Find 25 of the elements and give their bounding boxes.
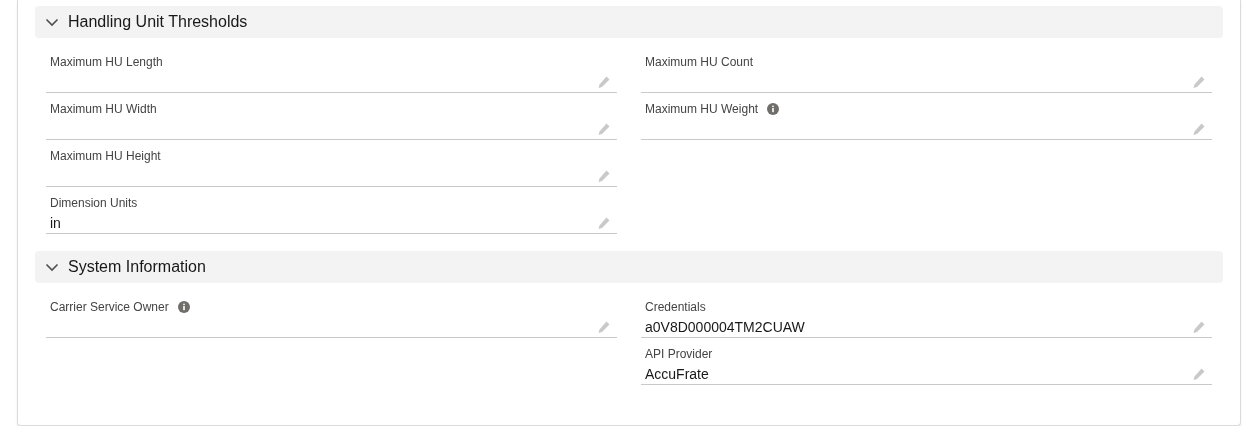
- field-label: API Provider: [645, 347, 713, 361]
- pencil-icon[interactable]: [1192, 319, 1206, 334]
- field-label: Maximum HU Weight: [645, 102, 759, 116]
- pencil-icon[interactable]: [597, 215, 611, 230]
- pencil-icon[interactable]: [1192, 121, 1206, 136]
- field-label: Maximum HU Width: [50, 102, 157, 116]
- field-value: a0V8D000004TM2CUAW: [645, 318, 805, 335]
- field-label: Maximum HU Length: [50, 55, 163, 69]
- section-header[interactable]: System Information: [35, 251, 1223, 283]
- field-value: in: [50, 214, 61, 231]
- field-value: AccuFrate: [645, 365, 709, 382]
- pencil-icon[interactable]: [597, 168, 611, 183]
- info-icon[interactable]: [177, 301, 190, 313]
- pencil-icon[interactable]: [597, 121, 611, 136]
- info-icon[interactable]: [767, 103, 780, 115]
- field-label: Credentials: [645, 300, 706, 314]
- section-header[interactable]: Handling Unit Thresholds: [35, 6, 1223, 38]
- pencil-icon[interactable]: [597, 319, 611, 334]
- pencil-icon[interactable]: [1192, 74, 1206, 89]
- field-label: Maximum HU Count: [645, 55, 754, 69]
- field-label: Maximum HU Height: [50, 149, 161, 163]
- field-label: Dimension Units: [50, 196, 138, 210]
- pencil-icon[interactable]: [597, 74, 611, 89]
- field-label: Carrier Service Owner: [50, 300, 169, 314]
- pencil-icon[interactable]: [1192, 366, 1206, 381]
